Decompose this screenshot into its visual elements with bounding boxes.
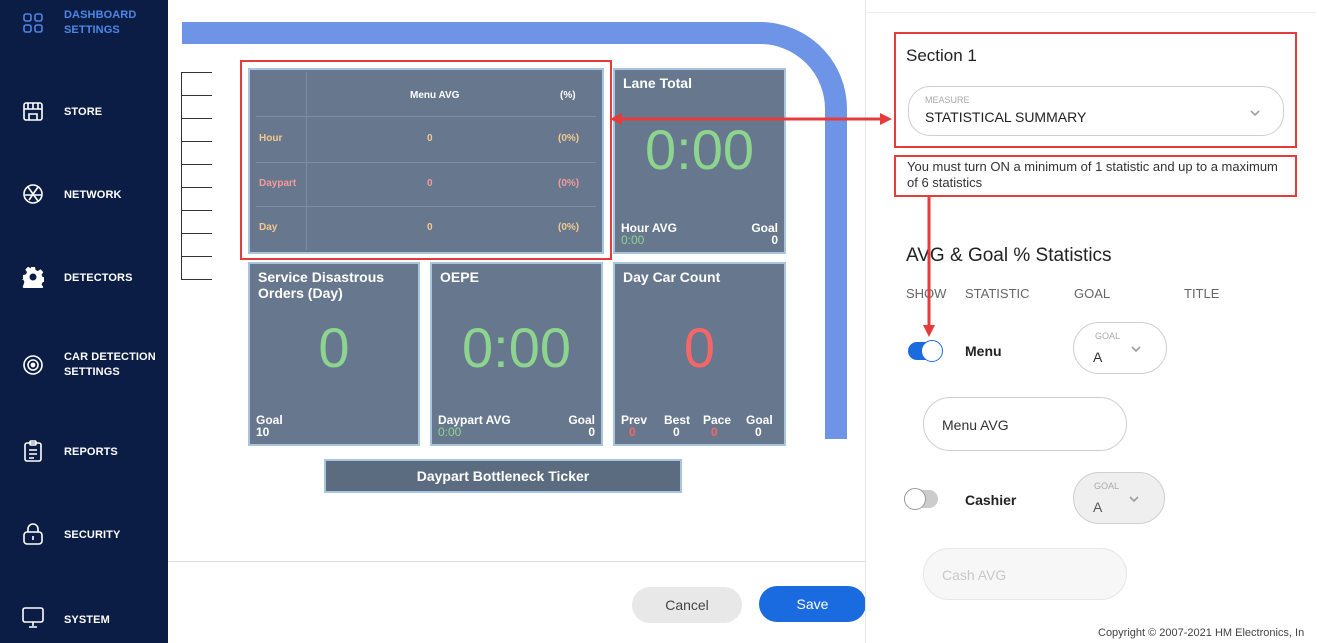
ticker-label: Daypart Bottleneck Ticker bbox=[416, 468, 590, 484]
oepe-value: 0:00 bbox=[462, 316, 571, 379]
chevron-down-icon bbox=[1130, 341, 1142, 359]
sidebar-item-label: STORE bbox=[64, 106, 103, 118]
sidebar-item-security[interactable]: SECURITY bbox=[0, 523, 168, 547]
car-detection-icon bbox=[22, 354, 44, 376]
sidebar-item-label: REPORTS bbox=[64, 446, 118, 458]
goal-value: A bbox=[1093, 499, 1103, 515]
sidebar-item-label: CAR DETECTION SETTINGS bbox=[64, 351, 156, 378]
sidebar-item-label: NETWORK bbox=[64, 189, 122, 201]
stat-name-menu: Menu bbox=[965, 343, 1002, 359]
sidebar-item-car-detection-settings[interactable]: CAR DETECTION SETTINGS bbox=[0, 348, 168, 382]
save-button[interactable]: Save bbox=[759, 586, 866, 622]
prev-value: 0 bbox=[629, 425, 636, 439]
order-point-ladder bbox=[181, 72, 212, 280]
goal-value: 0 bbox=[771, 233, 778, 247]
title-value: Menu AVG bbox=[942, 417, 1009, 433]
sidebar-item-label: DETECTORS bbox=[64, 272, 133, 284]
day-car-count-value: 0 bbox=[683, 316, 716, 379]
col-header-statistic: STATISTIC bbox=[965, 286, 1030, 301]
highlight-menu-avg bbox=[240, 60, 612, 260]
goal-value: A bbox=[1093, 349, 1103, 365]
daypart-avg-value: 0:00 bbox=[438, 425, 462, 439]
service-disastrous-tile[interactable]: Service Disastrous Orders (Day) 0 Goal 1… bbox=[248, 262, 420, 446]
service-disastrous-value: 0 bbox=[318, 316, 350, 379]
sidebar-item-system[interactable]: SYSTEM bbox=[0, 606, 168, 632]
sidebar-item-label: SYSTEM bbox=[64, 614, 110, 626]
gear-icon bbox=[22, 266, 44, 288]
daypart-bottleneck-ticker[interactable]: Daypart Bottleneck Ticker bbox=[324, 459, 682, 493]
cancel-button[interactable]: Cancel bbox=[632, 587, 742, 623]
lane-total-tile[interactable]: Lane Total 0:00 Hour AVG 0:00 Goal 0 bbox=[613, 68, 786, 254]
panel-top-rule bbox=[866, 12, 1316, 13]
sidebar: DASHBOARD SETTINGS STORE NETWORK DETECTOR… bbox=[0, 0, 168, 643]
menu-title-input[interactable]: Menu AVG bbox=[923, 397, 1127, 451]
monitor-icon bbox=[22, 606, 44, 628]
save-label: Save bbox=[796, 596, 829, 612]
store-icon bbox=[22, 100, 44, 122]
section-settings-panel: Section 1 MEASURE STATISTICAL SUMMARY Yo… bbox=[865, 0, 1319, 643]
day-car-count-tile[interactable]: Day Car Count 0 Prev 0 Best 0 Pace 0 Goa… bbox=[613, 262, 786, 446]
statistics-hint: You must turn ON a minimum of 1 statisti… bbox=[907, 159, 1278, 190]
copyright-text: Copyright © 2007-2021 HM Electronics, In bbox=[1098, 627, 1305, 639]
col-header-title: TITLE bbox=[1184, 286, 1220, 301]
menu-show-toggle[interactable] bbox=[908, 340, 943, 362]
goal-label: GOAL bbox=[1095, 331, 1121, 341]
lane-total-value: 0:00 bbox=[645, 118, 754, 181]
chevron-down-icon bbox=[1249, 105, 1261, 123]
goal-label: GOAL bbox=[1094, 481, 1120, 491]
title-value: Cash AVG bbox=[942, 567, 1007, 583]
chevron-down-icon bbox=[1128, 491, 1140, 509]
measure-label: MEASURE bbox=[925, 95, 970, 105]
sidebar-item-label: DASHBOARD SETTINGS bbox=[64, 9, 137, 36]
cancel-label: Cancel bbox=[665, 597, 709, 613]
cashier-goal-select[interactable]: GOAL A bbox=[1073, 472, 1165, 524]
col-header-goal: GOAL bbox=[1074, 286, 1111, 301]
pace-value: 0 bbox=[711, 425, 718, 439]
cashier-title-input[interactable]: Cash AVG bbox=[923, 548, 1127, 600]
tile-title: Service Disastrous Orders (Day) bbox=[258, 269, 385, 301]
sidebar-item-detectors[interactable]: DETECTORS bbox=[0, 266, 168, 290]
goal-value: 0 bbox=[588, 425, 595, 439]
sidebar-item-network[interactable]: NETWORK bbox=[0, 183, 168, 207]
goal-value: 10 bbox=[256, 425, 270, 439]
hour-avg-value: 0:00 bbox=[621, 233, 645, 247]
stat-name-cashier: Cashier bbox=[965, 492, 1017, 508]
col-header-show: SHOW bbox=[906, 286, 947, 301]
clipboard-icon bbox=[22, 440, 44, 462]
sidebar-item-dashboard-settings[interactable]: DASHBOARD SETTINGS bbox=[0, 6, 168, 40]
tile-title: Day Car Count bbox=[623, 269, 721, 285]
best-value: 0 bbox=[673, 425, 680, 439]
sidebar-item-reports[interactable]: REPORTS bbox=[0, 440, 168, 464]
measure-select[interactable]: MEASURE STATISTICAL SUMMARY bbox=[908, 86, 1284, 136]
sidebar-item-store[interactable]: STORE bbox=[0, 100, 168, 124]
tile-title: OEPE bbox=[440, 269, 479, 285]
section-title: Section 1 bbox=[906, 46, 977, 65]
goal-value: 0 bbox=[755, 425, 762, 439]
stats-section-title: AVG & Goal % Statistics bbox=[906, 245, 1112, 266]
oepe-tile[interactable]: OEPE 0:00 Daypart AVG 0:00 Goal 0 bbox=[430, 262, 603, 446]
lock-icon bbox=[22, 523, 44, 545]
footer-divider bbox=[168, 561, 865, 562]
dashboard-layout-editor: Menu AVG (%) Hour 0 (0%) Daypart 0 (0%) … bbox=[168, 0, 865, 560]
tile-title: Lane Total bbox=[623, 75, 692, 91]
measure-value: STATISTICAL SUMMARY bbox=[925, 109, 1087, 125]
grid-icon bbox=[22, 12, 44, 34]
sidebar-item-label: SECURITY bbox=[64, 529, 121, 541]
menu-goal-select[interactable]: GOAL A bbox=[1073, 322, 1167, 374]
network-icon bbox=[22, 183, 44, 205]
cashier-show-toggle[interactable] bbox=[904, 488, 938, 510]
